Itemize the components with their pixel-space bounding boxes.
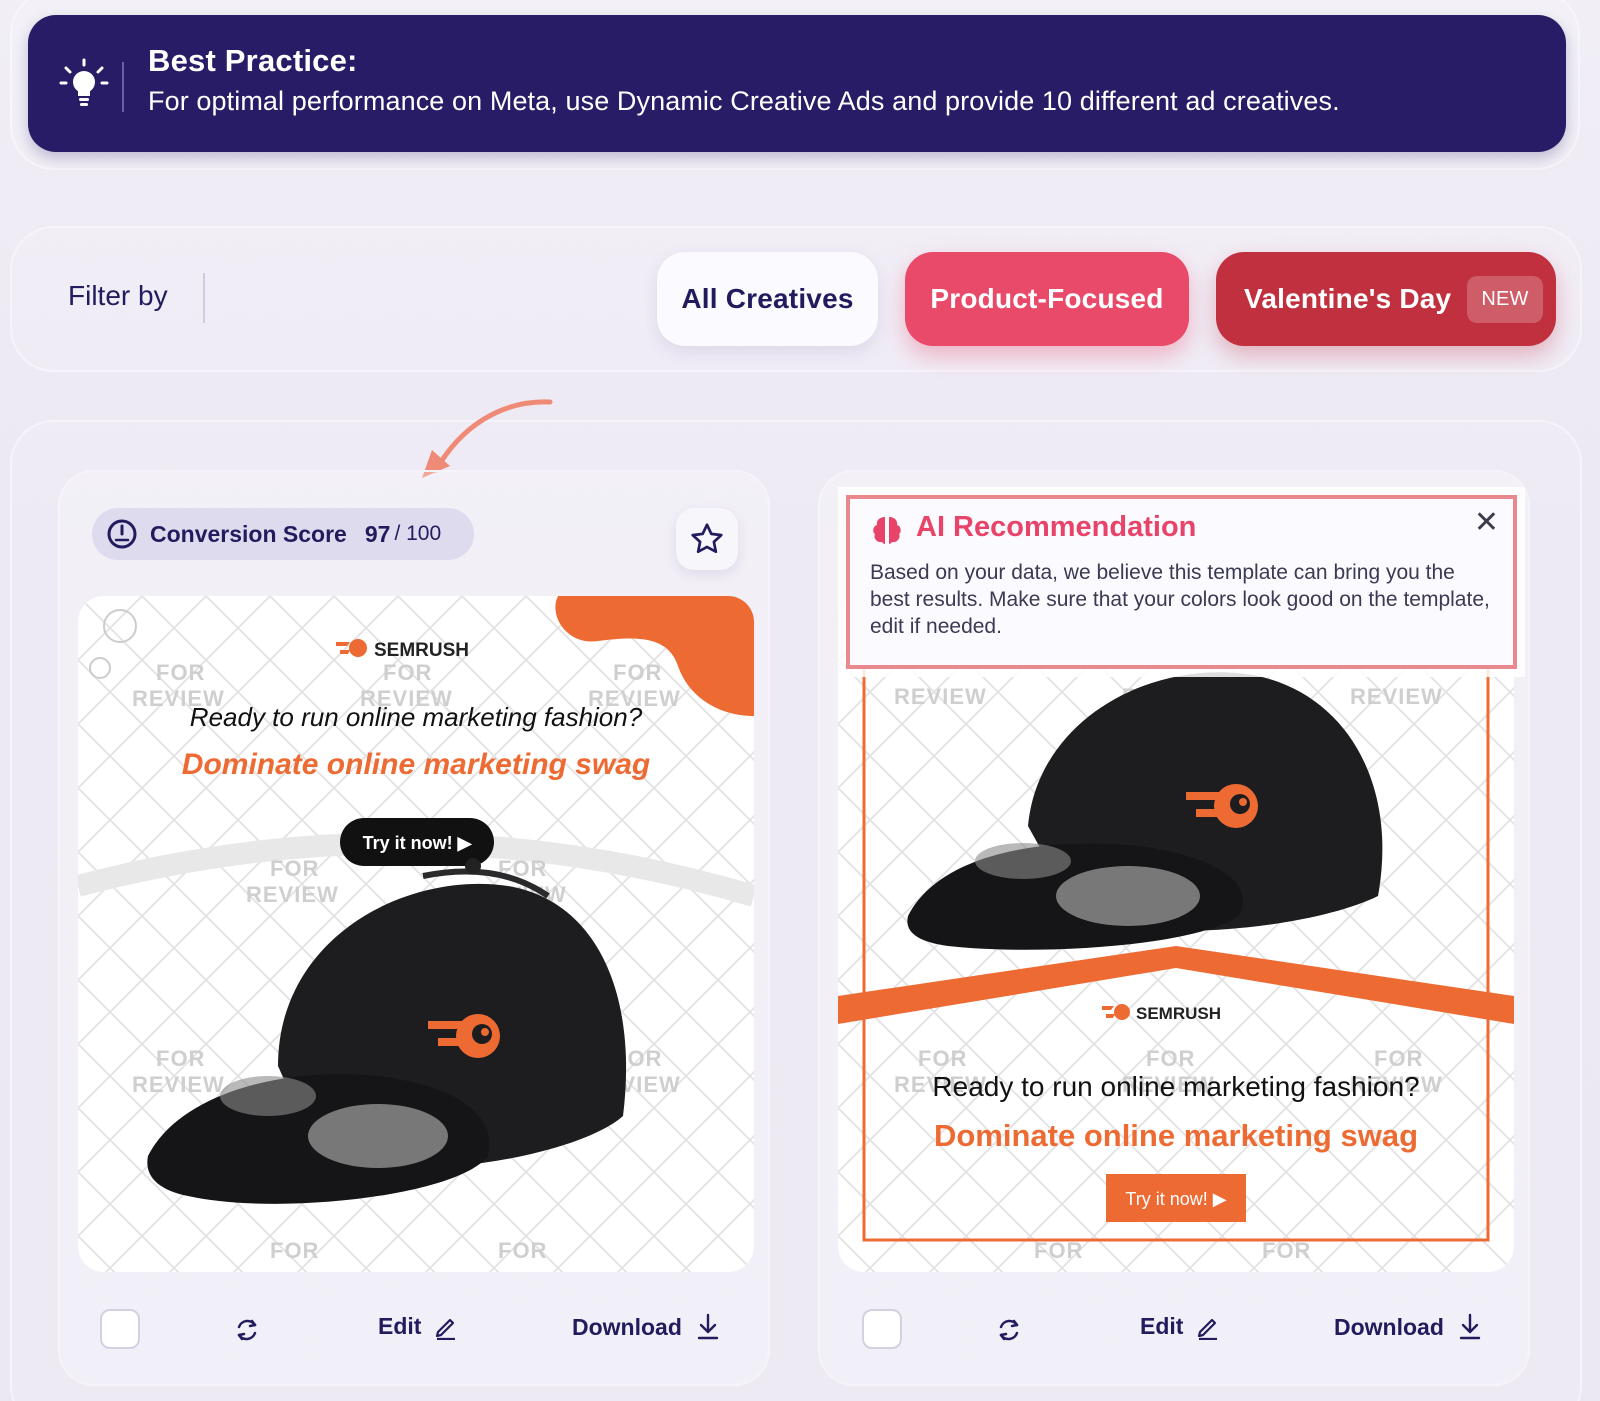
- pencil-icon: [1198, 1318, 1218, 1340]
- download-button[interactable]: Download: [572, 1313, 720, 1341]
- svg-text:FOR: FOR: [613, 660, 662, 685]
- svg-text:FOR: FOR: [498, 1238, 547, 1263]
- star-icon: [691, 523, 723, 554]
- regenerate-icon[interactable]: [232, 1315, 262, 1345]
- ai-recommendation-title: AI Recommendation: [916, 511, 1197, 543]
- ad-headline: Ready to run online marketing fashion?: [190, 702, 643, 732]
- ad-preview-1[interactable]: SEMRUSH FOR REVIEW FOR REVIEW FOR REVIEW FO…: [78, 596, 754, 1272]
- ad-subheadline: Dominate online marketing swag: [182, 748, 650, 781]
- ad-brand: SEMRUSH: [374, 640, 469, 661]
- download-icon: [697, 1313, 719, 1340]
- ad-brand: SEMRUSH: [1136, 1004, 1221, 1023]
- svg-text:REVIEW: REVIEW: [132, 1072, 225, 1097]
- ad-cta: Try it now! ▶: [1125, 1189, 1226, 1209]
- card-1-actions: Edit Download: [78, 1305, 778, 1355]
- download-icon: [1459, 1313, 1481, 1340]
- close-icon[interactable]: ✕: [1474, 505, 1499, 540]
- download-label: Download: [572, 1313, 682, 1340]
- svg-text:FOR: FOR: [1146, 1046, 1195, 1071]
- select-checkbox[interactable]: [100, 1309, 140, 1349]
- svg-text:REVIEW: REVIEW: [1350, 684, 1443, 709]
- filter-label: Filter by: [68, 280, 168, 311]
- download-button[interactable]: Download: [1334, 1313, 1482, 1341]
- ad-headline: Ready to run online marketing fashion?: [932, 1071, 1419, 1102]
- edit-label: Edit: [1140, 1313, 1184, 1339]
- edit-button[interactable]: Edit: [378, 1313, 459, 1340]
- ad-subheadline: Dominate online marketing swag: [934, 1118, 1418, 1153]
- svg-text:FOR: FOR: [270, 1238, 319, 1263]
- filter-divider: [203, 273, 205, 323]
- regenerate-icon[interactable]: [994, 1315, 1024, 1345]
- ai-recommendation-text: Based on your data, we believe this temp…: [870, 561, 1490, 638]
- banner-text: For optimal performance on Meta, use Dyn…: [148, 86, 1340, 116]
- svg-text:FOR: FOR: [156, 660, 205, 685]
- brain-icon: [873, 517, 901, 544]
- filter-all-creatives[interactable]: All Creatives: [657, 252, 878, 346]
- ad-cta: Try it now! ▶: [363, 833, 473, 853]
- svg-text:FOR: FOR: [270, 856, 319, 881]
- score-value: 97: [364, 520, 391, 547]
- select-checkbox[interactable]: [862, 1309, 902, 1349]
- gauge-icon: [107, 519, 137, 549]
- lightbulb-icon: [59, 58, 109, 106]
- ai-recommendation-popup: AI Recommendation ✕ Based on your data, …: [846, 495, 1517, 669]
- edit-label: Edit: [378, 1313, 422, 1339]
- score-label: Conversion Score: [150, 520, 347, 547]
- banner-divider: [122, 62, 124, 112]
- svg-text:FOR: FOR: [918, 1046, 967, 1071]
- ad-preview-2[interactable]: REVIEW REVIEW REVIEW FORREVIEW FORREVIEW…: [838, 596, 1514, 1272]
- card-2-actions: Edit Download: [840, 1305, 1540, 1355]
- svg-text:FOR: FOR: [1262, 1238, 1311, 1263]
- banner-title: Best Practice:: [148, 43, 358, 78]
- score-max: / 100: [394, 522, 442, 545]
- edit-button[interactable]: Edit: [1140, 1313, 1221, 1340]
- svg-text:FOR: FOR: [1374, 1046, 1423, 1071]
- svg-text:FOR: FOR: [156, 1046, 205, 1071]
- new-badge: NEW: [1467, 275, 1543, 323]
- conversion-score-badge: Conversion Score 97 / 100: [92, 508, 474, 560]
- svg-text:FOR: FOR: [1034, 1238, 1083, 1263]
- pencil-icon: [436, 1318, 456, 1340]
- svg-text:FOR: FOR: [383, 660, 432, 685]
- svg-text:REVIEW: REVIEW: [894, 684, 987, 709]
- filter-valentines-day[interactable]: Valentine's Day NEW: [1216, 252, 1556, 346]
- best-practice-banner: Best Practice: For optimal performance o…: [28, 15, 1566, 152]
- svg-text:REVIEW: REVIEW: [246, 882, 339, 907]
- download-label: Download: [1334, 1313, 1444, 1340]
- filter-product-focused[interactable]: Product-Focused: [905, 252, 1189, 346]
- filter-valentines-label: Valentine's Day: [1244, 283, 1452, 314]
- favorite-button[interactable]: [676, 508, 738, 570]
